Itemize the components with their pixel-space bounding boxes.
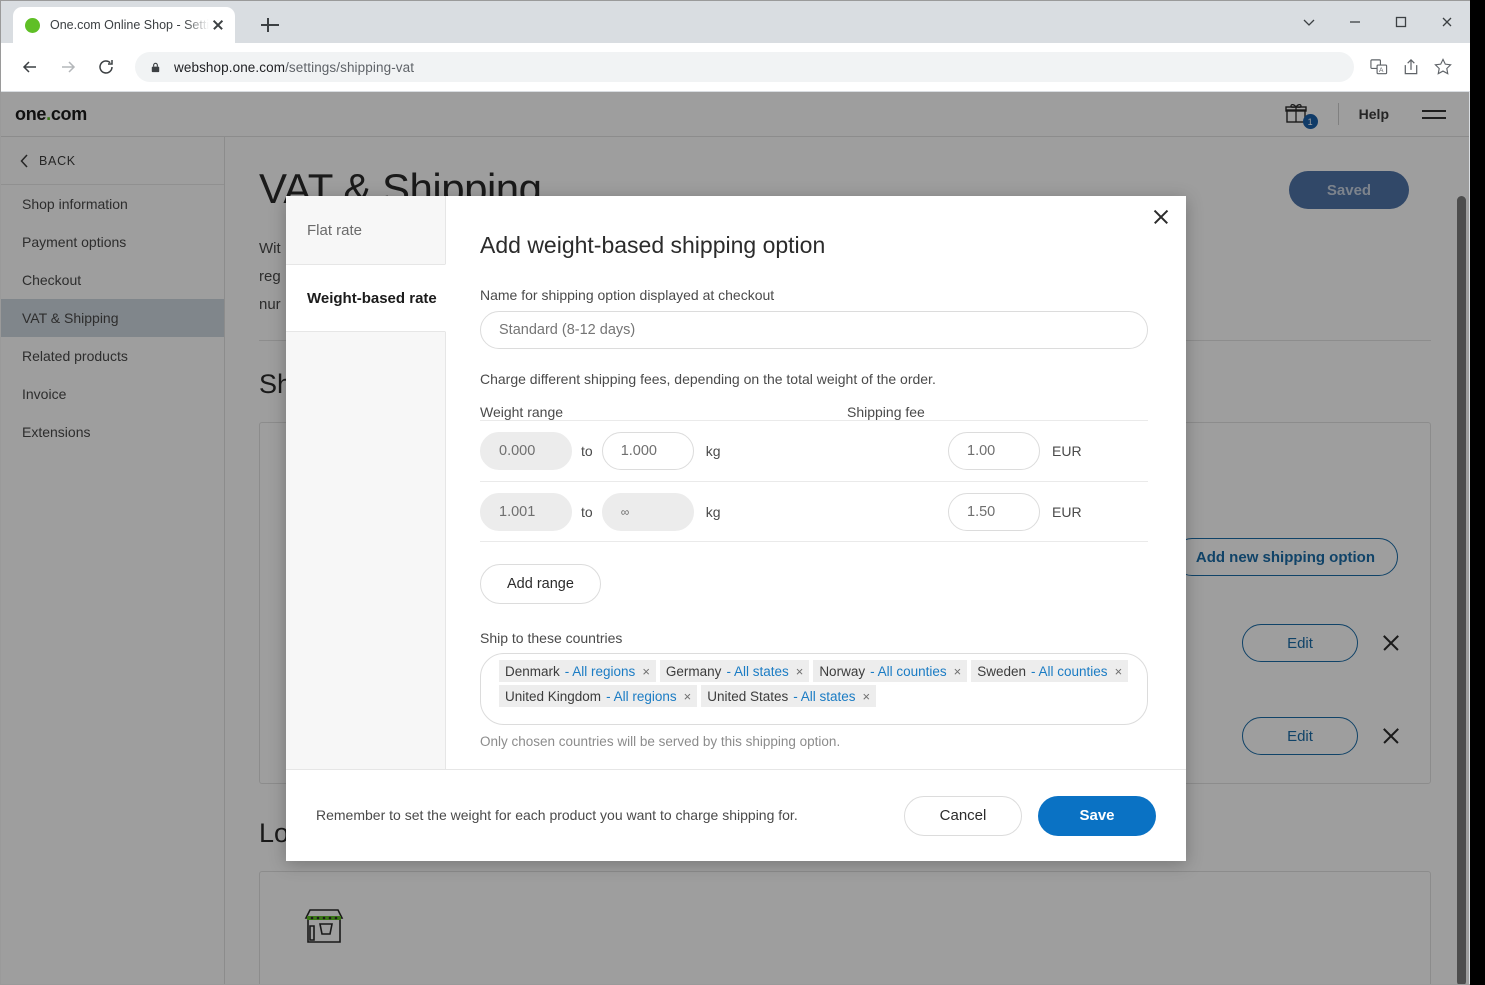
remove-country-icon[interactable]: × [684, 689, 692, 704]
fee-cell: 1.00 EUR [948, 432, 1148, 470]
new-tab-button[interactable] [259, 14, 281, 36]
star-icon[interactable] [1428, 52, 1458, 82]
fee-cell: 1.50 EUR [948, 493, 1148, 531]
lock-icon [149, 61, 162, 74]
country-region: - All regions [606, 689, 677, 704]
range-table-header: Weight range Shipping fee [480, 404, 1148, 420]
browser-tab[interactable]: One.com Online Shop - Settings [13, 7, 235, 43]
country-region: - All regions [565, 664, 636, 679]
window-edge [1470, 0, 1485, 985]
unit-currency-label: EUR [1052, 443, 1082, 459]
country-tag[interactable]: United States - All states × [701, 685, 876, 707]
shipping-fee-column-header: Shipping fee [847, 404, 925, 420]
modal-title: Add weight-based shipping option [480, 232, 1148, 259]
back-arrow-icon[interactable] [13, 50, 47, 84]
range-to-input: ∞ [602, 493, 694, 531]
ship-to-countries-label: Ship to these countries [480, 630, 1148, 646]
country-name: United Kingdom [505, 689, 601, 704]
to-label: to [581, 443, 593, 459]
address-bar[interactable]: webshop.one.com/settings/shipping-vat [135, 52, 1354, 82]
unit-currency-label: EUR [1052, 504, 1082, 520]
shipping-fee-input[interactable]: 1.00 [948, 432, 1040, 470]
remove-country-icon[interactable]: × [954, 664, 962, 679]
weight-range-column-header: Weight range [480, 404, 847, 420]
browser-window: One.com Online Shop - Settings [0, 0, 1470, 985]
unit-kg-label: kg [706, 504, 721, 520]
countries-note: Only chosen countries will be served by … [480, 734, 1148, 749]
shipping-name-label: Name for shipping option displayed at ch… [480, 287, 1148, 303]
country-region: - All states [793, 689, 855, 704]
country-tag[interactable]: Denmark - All regions × [499, 660, 656, 682]
tab-weight-based-rate[interactable]: Weight-based rate [286, 264, 446, 332]
forward-arrow-icon[interactable] [51, 50, 85, 84]
favicon-icon [25, 18, 40, 33]
country-region: - All counties [1031, 664, 1108, 679]
unit-kg-label: kg [706, 443, 721, 459]
country-region: - All states [726, 664, 788, 679]
remove-country-icon[interactable]: × [863, 689, 871, 704]
country-name: Norway [819, 664, 865, 679]
address-bar-url: webshop.one.com/settings/shipping-vat [174, 60, 414, 75]
range-from-input: 0.000 [480, 432, 572, 470]
country-name: Germany [666, 664, 722, 679]
modal-body: Flat rate Weight-based rate Add weight-b… [286, 196, 1186, 769]
shipping-name-input[interactable] [480, 311, 1148, 349]
toolbar-icons: A [1364, 52, 1458, 82]
shipping-fee-input[interactable]: 1.50 [948, 493, 1040, 531]
translate-icon[interactable]: A [1364, 52, 1394, 82]
tab-close-icon[interactable] [209, 16, 227, 34]
footer-note: Remember to set the weight for each prod… [316, 805, 798, 825]
add-shipping-option-modal: Flat rate Weight-based rate Add weight-b… [286, 196, 1186, 861]
country-tag[interactable]: Germany - All states × [660, 660, 809, 682]
country-name: United States [707, 689, 788, 704]
reload-icon[interactable] [89, 50, 123, 84]
charge-helper-text: Charge different shipping fees, dependin… [480, 371, 1148, 387]
tab-flat-rate[interactable]: Flat rate [286, 196, 445, 264]
window-close-icon[interactable] [1424, 1, 1470, 43]
share-icon[interactable] [1396, 52, 1426, 82]
country-tag[interactable]: Sweden - All counties × [971, 660, 1128, 682]
country-tag[interactable]: Norway - All counties × [813, 660, 967, 682]
minimize-icon[interactable] [1332, 1, 1378, 43]
country-name: Sweden [977, 664, 1026, 679]
modal-close-icon[interactable] [1148, 204, 1174, 230]
maximize-icon[interactable] [1378, 1, 1424, 43]
weight-range-row: 0.000 to 1.000 kg 1.00 EUR [480, 420, 1148, 481]
tab-title: One.com Online Shop - Settings [50, 18, 209, 32]
modal-tab-list: Flat rate Weight-based rate [286, 196, 446, 769]
browser-toolbar: webshop.one.com/settings/shipping-vat A [1, 43, 1470, 91]
country-region: - All counties [870, 664, 947, 679]
remove-country-icon[interactable]: × [642, 664, 650, 679]
range-to-input[interactable]: 1.000 [602, 432, 694, 470]
footer-buttons: Cancel Save [904, 796, 1156, 836]
save-button[interactable]: Save [1038, 796, 1156, 836]
country-tag[interactable]: United Kingdom - All regions × [499, 685, 697, 707]
chevron-down-icon[interactable] [1286, 1, 1332, 43]
weight-range-row: 1.001 to ∞ kg 1.50 EUR [480, 481, 1148, 542]
tab-strip: One.com Online Shop - Settings [1, 1, 1470, 43]
remove-country-icon[interactable]: × [1115, 664, 1123, 679]
countries-tag-input[interactable]: Denmark - All regions × Germany - All state… [480, 653, 1148, 725]
cancel-button[interactable]: Cancel [904, 796, 1022, 836]
window-controls [1286, 1, 1470, 43]
modal-main: Add weight-based shipping option Name fo… [446, 196, 1186, 769]
range-from-input: 1.001 [480, 493, 572, 531]
svg-text:A: A [1379, 67, 1384, 74]
country-name: Denmark [505, 664, 560, 679]
to-label: to [581, 504, 593, 520]
add-range-button[interactable]: Add range [480, 564, 601, 604]
modal-footer: Remember to set the weight for each prod… [286, 769, 1186, 861]
remove-country-icon[interactable]: × [796, 664, 804, 679]
